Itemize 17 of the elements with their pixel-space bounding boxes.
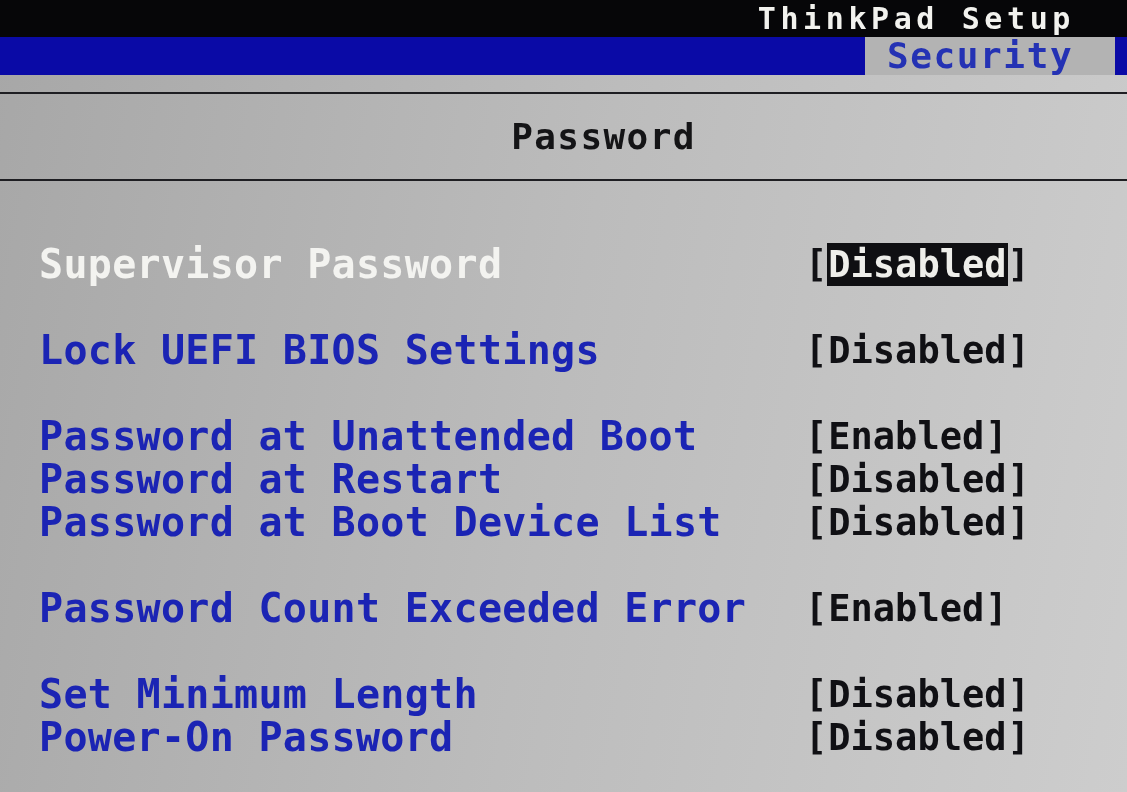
setting-label[interactable]: Set Minimum Length — [39, 673, 805, 716]
app-title: ThinkPad Setup — [757, 0, 1075, 37]
setting-value[interactable]: [Disabled] — [805, 673, 1030, 716]
setting-value[interactable]: [Enabled] — [805, 415, 1008, 458]
setting-value[interactable]: [Enabled] — [805, 587, 1008, 630]
setting-value[interactable]: [Disabled] — [805, 716, 1030, 759]
setting-label[interactable]: Password at Unattended Boot — [39, 415, 805, 458]
setting-label[interactable]: Password Count Exceeded Error — [39, 587, 805, 630]
setting-value[interactable]: [Disabled] — [805, 501, 1030, 544]
setting-label[interactable]: Lock UEFI BIOS Settings — [39, 329, 805, 372]
section-title: Password — [510, 115, 697, 159]
setting-value[interactable]: [Disabled] — [805, 329, 1030, 372]
setting-label[interactable]: Power-On Password — [39, 716, 805, 759]
menu-tab[interactable]: Security — [865, 37, 1115, 75]
setting-label[interactable]: Password at Restart — [39, 458, 805, 501]
setting-value[interactable]: [Disabled] — [805, 458, 1030, 501]
setting-label[interactable]: Password at Boot Device List — [39, 501, 805, 544]
